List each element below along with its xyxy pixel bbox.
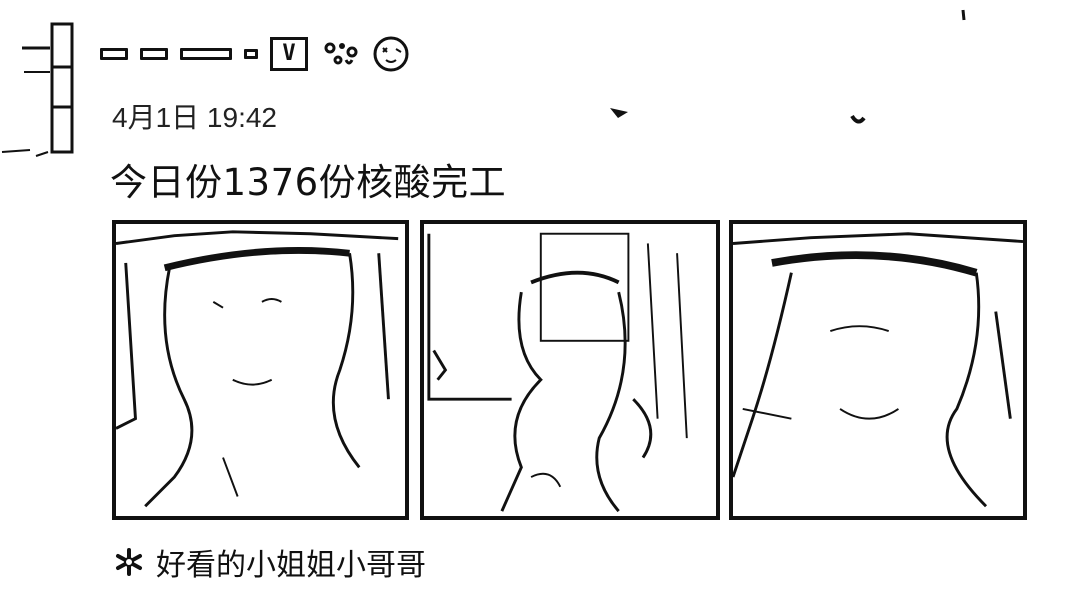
vip-badge-icon[interactable]: V [270,37,308,71]
topic-link[interactable]: 好看的小姐姐小哥哥 [114,540,426,584]
username-glyph [244,49,258,59]
post-text: 今日份1376份核酸完工 [110,161,507,204]
username-glyph [100,48,128,60]
username-glyph [180,48,232,60]
topic-text: 好看的小姐姐小哥哥 [156,548,426,583]
smiley-face-icon [373,36,409,72]
topic-asterisk-icon [116,548,142,576]
post-photo[interactable] [729,220,1027,520]
post-photo[interactable] [420,220,720,520]
username-glyph [140,48,168,60]
avatar[interactable] [22,22,82,162]
post-photo[interactable] [112,220,409,520]
username-row[interactable]: V [100,32,410,76]
post-timestamp[interactable]: 4月1日 19:42 [112,96,277,136]
dots-icon [324,42,358,65]
